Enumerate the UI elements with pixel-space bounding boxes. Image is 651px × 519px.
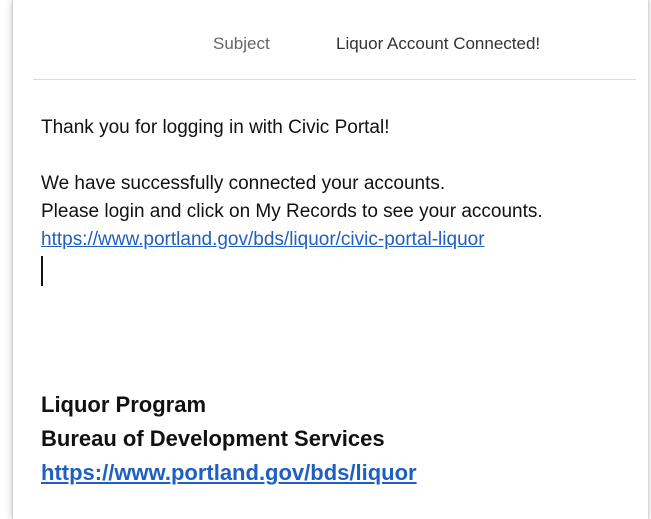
greeting-text: Thank you for logging in with Civic Port… <box>41 117 390 138</box>
body-line-2: Please login and click on My Records to … <box>41 201 543 222</box>
subject-field[interactable]: Liquor Account Connected! <box>336 34 540 54</box>
signature-block: Liquor Program Bureau of Development Ser… <box>41 388 641 490</box>
liquor-program-link[interactable]: https://www.portland.gov/bds/liquor <box>41 460 417 485</box>
subject-label: Subject <box>213 34 270 53</box>
subject-row: Subject Liquor Account Connected! <box>13 0 648 80</box>
header-divider <box>33 79 636 80</box>
body-line-1: We have successfully connected your acco… <box>41 173 446 194</box>
message-body[interactable]: Thank you for logging in with Civic Port… <box>41 114 641 286</box>
signature-bureau: Bureau of Development Services <box>41 426 385 451</box>
text-cursor <box>41 256 43 286</box>
signature-program: Liquor Program <box>41 392 207 417</box>
civic-portal-link[interactable]: https://www.portland.gov/bds/liquor/civi… <box>41 229 485 250</box>
email-compose-window: Subject Liquor Account Connected! Thank … <box>12 0 649 519</box>
